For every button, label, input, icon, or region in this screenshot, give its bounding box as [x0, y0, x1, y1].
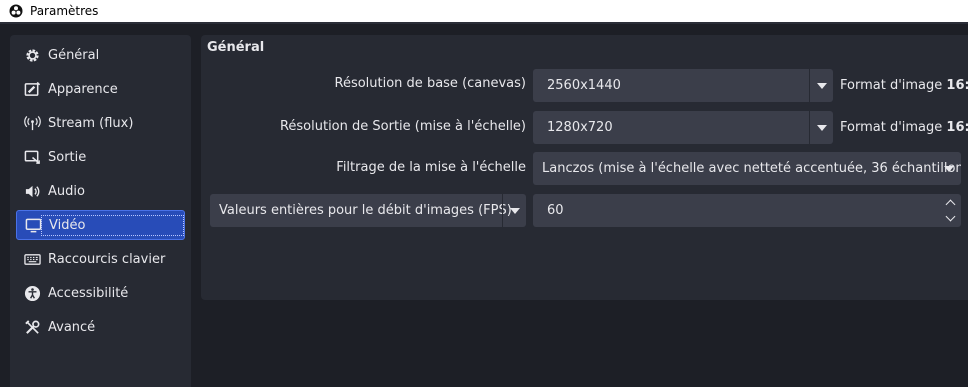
aspect-ratio-value: 16:9	[946, 78, 968, 93]
base-resolution-label: Résolution de base (canevas)	[334, 76, 527, 91]
aspect-ratio-value: 16:9	[946, 120, 968, 135]
sidebar-item-hotkeys[interactable]: Raccourcis clavier	[16, 244, 185, 274]
window-titlebar: Paramètres	[0, 0, 968, 22]
sidebar-item-audio[interactable]: Audio	[16, 176, 185, 206]
sidebar-item-label: Accessibilité	[48, 285, 129, 301]
spin-up-button[interactable]	[939, 194, 961, 211]
sidebar-item-label: Apparence	[48, 81, 118, 97]
broadcast-icon	[23, 114, 41, 132]
aspect-ratio-prefix: Format d'image	[840, 120, 943, 135]
titlebar-divider	[0, 22, 968, 24]
fps-type-combo[interactable]: Valeurs entières pour le débit d'images …	[210, 194, 526, 227]
video-settings-panel: Général Résolution de base (canevas) 256…	[201, 35, 968, 300]
sidebar-item-label: Audio	[48, 183, 85, 199]
output-aspect-ratio: Format d'image 16:9	[840, 120, 968, 135]
spin-down-button[interactable]	[939, 211, 961, 228]
sidebar-item-appearance[interactable]: Apparence	[16, 74, 185, 104]
chevron-down-icon[interactable]	[502, 194, 526, 227]
output-icon	[23, 148, 41, 166]
chevron-down-icon[interactable]	[809, 111, 833, 144]
spin-buttons	[939, 194, 961, 227]
base-resolution-combo[interactable]: 2560x1440	[533, 69, 833, 102]
chevron-down-icon[interactable]	[809, 69, 833, 102]
window-title: Paramètres	[30, 4, 99, 18]
scale-filter-value: Lanczos (mise à l'échelle avec netteté a…	[542, 161, 961, 176]
obs-logo-icon	[9, 4, 23, 18]
output-resolution-label: Résolution de Sortie (mise à l'échelle)	[279, 119, 526, 134]
section-title: Général	[207, 40, 265, 55]
sidebar-item-label: Sortie	[48, 149, 87, 165]
gear-icon	[23, 46, 41, 64]
sidebar-item-advanced[interactable]: Avancé	[16, 312, 185, 342]
sidebar-item-label: Général	[48, 47, 100, 63]
scale-filter-combo[interactable]: Lanczos (mise à l'échelle avec netteté a…	[533, 152, 961, 185]
output-resolution-value: 1280x720	[547, 120, 613, 135]
settings-sidebar: Général Apparence Stream (flux) Sortie A…	[10, 35, 191, 387]
chevron-up-icon	[945, 199, 955, 210]
sidebar-item-label: Raccourcis clavier	[48, 251, 166, 267]
base-resolution-value: 2560x1440	[547, 78, 621, 93]
keyboard-icon	[23, 250, 41, 268]
speaker-icon	[23, 182, 41, 200]
fps-value: 60	[547, 203, 564, 218]
monitor-icon	[24, 216, 42, 234]
base-aspect-ratio: Format d'image 16:9	[840, 78, 968, 93]
sidebar-item-video[interactable]: Vidéo	[16, 210, 185, 240]
chevron-down-icon[interactable]	[937, 152, 961, 185]
sidebar-item-label: Avancé	[48, 319, 96, 335]
aspect-ratio-prefix: Format d'image	[840, 78, 943, 93]
accessibility-icon	[23, 284, 41, 302]
sidebar-item-general[interactable]: Général	[16, 40, 185, 70]
fps-type-value: Valeurs entières pour le débit d'images …	[219, 203, 512, 218]
sidebar-item-accessibility[interactable]: Accessibilité	[16, 278, 185, 308]
sidebar-item-label: Vidéo	[49, 217, 86, 233]
scale-filter-label: Filtrage de la mise à l'échelle	[336, 160, 526, 175]
tools-icon	[23, 318, 41, 336]
sidebar-item-stream[interactable]: Stream (flux)	[16, 108, 185, 138]
fps-value-spinbox[interactable]: 60	[533, 194, 961, 227]
appearance-icon	[23, 80, 41, 98]
output-resolution-combo[interactable]: 1280x720	[533, 111, 833, 144]
chevron-down-icon	[945, 211, 955, 222]
sidebar-item-output[interactable]: Sortie	[16, 142, 185, 172]
sidebar-item-label: Stream (flux)	[48, 115, 134, 131]
